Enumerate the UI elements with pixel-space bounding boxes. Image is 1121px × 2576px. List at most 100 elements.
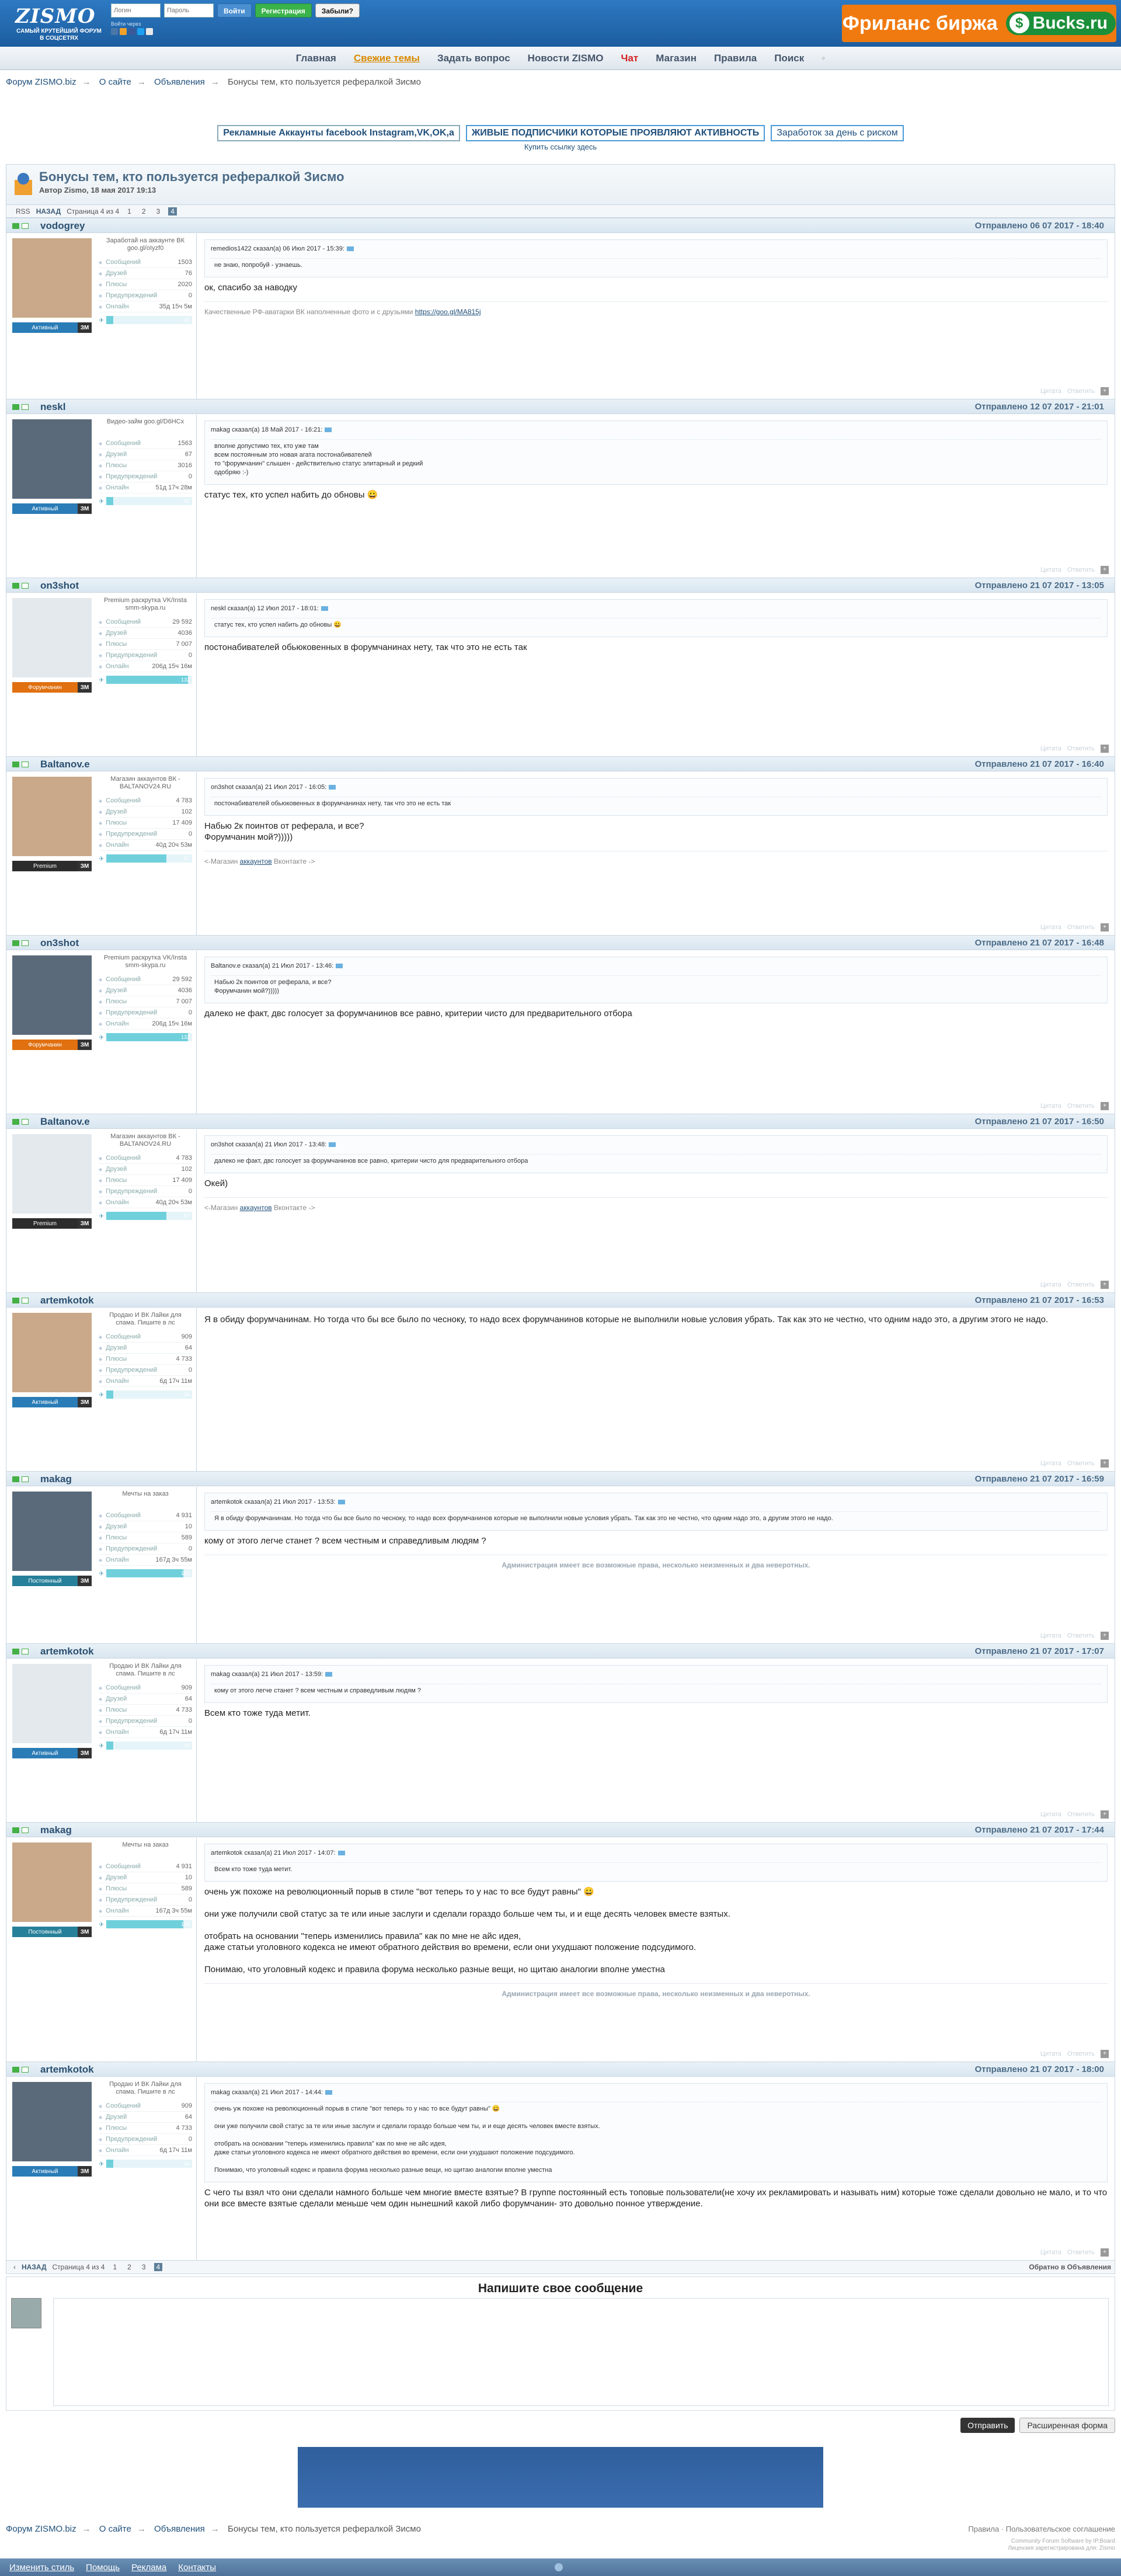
quote-jump-icon[interactable] (325, 2090, 333, 2095)
freelance-banner[interactable]: Фриланс биржа $ Bucks.ru (842, 5, 1116, 42)
twitter-icon[interactable] (137, 28, 144, 35)
google-icon[interactable] (146, 28, 153, 35)
footer-contacts[interactable]: Контакты (178, 2563, 216, 2572)
nav-news[interactable]: Новости ZISMO (528, 53, 604, 64)
reply-button[interactable]: Ответить (1067, 1460, 1095, 1467)
breadcrumb-announcements[interactable]: Объявления (154, 2524, 205, 2534)
multiquote-button[interactable]: + (1101, 923, 1109, 931)
nav-chat[interactable]: Чат (621, 53, 639, 64)
prev-arrow-icon[interactable]: ‹ (13, 2263, 16, 2271)
login-input[interactable] (111, 4, 161, 18)
post-author[interactable]: Baltanov.e (40, 1116, 90, 1128)
scroll-top-icon[interactable] (555, 2563, 563, 2571)
page-3[interactable]: 3 (154, 207, 163, 215)
quote-jump-icon[interactable] (336, 964, 343, 969)
reply-button[interactable]: Ответить (1067, 388, 1095, 395)
select-post-checkbox[interactable] (22, 1827, 29, 1833)
quote-button[interactable]: Цитата (1040, 745, 1061, 752)
multiquote-button[interactable]: + (1101, 1810, 1109, 1819)
post-date[interactable]: Отправлено 21 07 2017 - 17:44 (975, 1825, 1104, 1835)
quote-button[interactable]: Цитата (1040, 1103, 1061, 1110)
breadcrumb-forum[interactable]: Форум ZISMO.biz (6, 2524, 76, 2534)
multiquote-button[interactable]: + (1101, 1281, 1109, 1289)
facebook-icon[interactable] (128, 28, 135, 35)
post-date[interactable]: Отправлено 21 07 2017 - 17:07 (975, 1646, 1104, 1656)
nav-shop[interactable]: Магазин (656, 53, 697, 64)
breadcrumb-announcements[interactable]: Объявления (154, 77, 205, 87)
quote-button[interactable]: Цитата (1040, 1460, 1061, 1467)
multiquote-button[interactable]: + (1101, 1459, 1109, 1468)
post-author[interactable]: artemkotok (40, 2064, 94, 2076)
avatar[interactable] (12, 238, 92, 318)
avatar[interactable] (12, 1664, 92, 1743)
page-1[interactable]: 1 (125, 207, 134, 215)
post-author[interactable]: on3shot (40, 937, 79, 949)
reply-button[interactable]: Ответить (1067, 1811, 1095, 1818)
multiquote-button[interactable]: + (1101, 1102, 1109, 1110)
register-button[interactable]: Регистрация (255, 4, 312, 18)
reply-button[interactable]: Ответить (1067, 1103, 1095, 1110)
quote-jump-icon[interactable] (346, 246, 354, 252)
post-author[interactable]: Baltanov.e (40, 759, 90, 770)
post-author[interactable]: artemkotok (40, 1295, 94, 1306)
avatar[interactable] (12, 1313, 92, 1392)
prev-page-button[interactable]: НАЗАД (36, 207, 61, 215)
bottom-banner[interactable] (298, 2447, 823, 2508)
page-1[interactable]: 1 (110, 2263, 119, 2271)
quote-jump-icon[interactable] (321, 606, 328, 611)
quote-button[interactable]: Цитата (1040, 1811, 1061, 1818)
quote-jump-icon[interactable] (337, 1851, 345, 1856)
nav-fresh-topics[interactable]: Свежие темы (354, 53, 420, 64)
post-date[interactable]: Отправлено 21 07 2017 - 16:48 (975, 938, 1104, 948)
nav-search[interactable]: Поиск (774, 53, 804, 64)
post-author[interactable]: makag (40, 1473, 72, 1485)
reply-button[interactable]: Ответить (1067, 2050, 1095, 2057)
post-author[interactable]: artemkotok (40, 1646, 94, 1657)
page-2[interactable]: 2 (125, 2263, 134, 2271)
select-post-checkbox[interactable] (22, 1298, 29, 1303)
select-post-checkbox[interactable] (22, 1476, 29, 1482)
quote-jump-icon[interactable] (325, 1672, 333, 1677)
footer-ads[interactable]: Реклама (131, 2563, 166, 2572)
breadcrumb-about[interactable]: О сайте (99, 77, 131, 87)
avatar[interactable] (12, 1492, 92, 1571)
forgot-password-button[interactable]: Забыли? (315, 4, 360, 18)
login-button[interactable]: Войти (217, 4, 252, 18)
signature-link[interactable]: https://goo.gl/MA815j (415, 308, 481, 316)
select-post-checkbox[interactable] (22, 940, 29, 946)
avatar[interactable] (12, 2082, 92, 2161)
post-date[interactable]: Отправлено 21 07 2017 - 16:53 (975, 1295, 1104, 1305)
multiquote-button[interactable]: + (1101, 1632, 1109, 1640)
send-button[interactable]: Отправить (960, 2418, 1015, 2433)
vk-icon[interactable] (111, 28, 118, 35)
select-post-checkbox[interactable] (22, 404, 29, 410)
post-author[interactable]: neskl (40, 401, 65, 413)
buy-link[interactable]: Купить ссылку здесь (524, 142, 597, 151)
reply-button[interactable]: Ответить (1067, 2249, 1095, 2256)
quote-button[interactable]: Цитата (1040, 924, 1061, 931)
quote-button[interactable]: Цитата (1040, 2249, 1061, 2256)
multiquote-button[interactable]: + (1101, 745, 1109, 753)
post-author[interactable]: on3shot (40, 580, 79, 592)
nav-home[interactable]: Главная (296, 53, 336, 64)
post-date[interactable]: Отправлено 21 07 2017 - 16:59 (975, 1474, 1104, 1484)
ad-link-accounts[interactable]: Рекламные Аккаунты facebook Instagram,VK… (217, 125, 460, 141)
reply-button[interactable]: Ответить (1067, 566, 1095, 573)
nav-rules[interactable]: Правила (714, 53, 757, 64)
avatar[interactable] (12, 598, 92, 677)
page-3[interactable]: 3 (140, 2263, 148, 2271)
post-date[interactable]: Отправлено 21 07 2017 - 18:00 (975, 2064, 1104, 2074)
avatar[interactable] (12, 1843, 92, 1922)
quote-button[interactable]: Цитата (1040, 2050, 1061, 2057)
back-to-forum-link[interactable]: Обратно в Объявления (1029, 2263, 1111, 2271)
rules-link[interactable]: Правила · Пользовательское соглашение (968, 2522, 1115, 2537)
nav-extra-icon[interactable]: ◦ (821, 53, 825, 64)
quote-button[interactable]: Цитата (1040, 388, 1061, 395)
prev-page-button[interactable]: НАЗАД (22, 2263, 47, 2271)
breadcrumb-about[interactable]: О сайте (99, 2524, 131, 2534)
post-author[interactable]: vodogrey (40, 220, 85, 232)
multiquote-button[interactable]: + (1101, 2050, 1109, 2058)
post-author[interactable]: makag (40, 1824, 72, 1836)
breadcrumb-forum[interactable]: Форум ZISMO.biz (6, 77, 76, 87)
password-input[interactable] (164, 4, 214, 18)
